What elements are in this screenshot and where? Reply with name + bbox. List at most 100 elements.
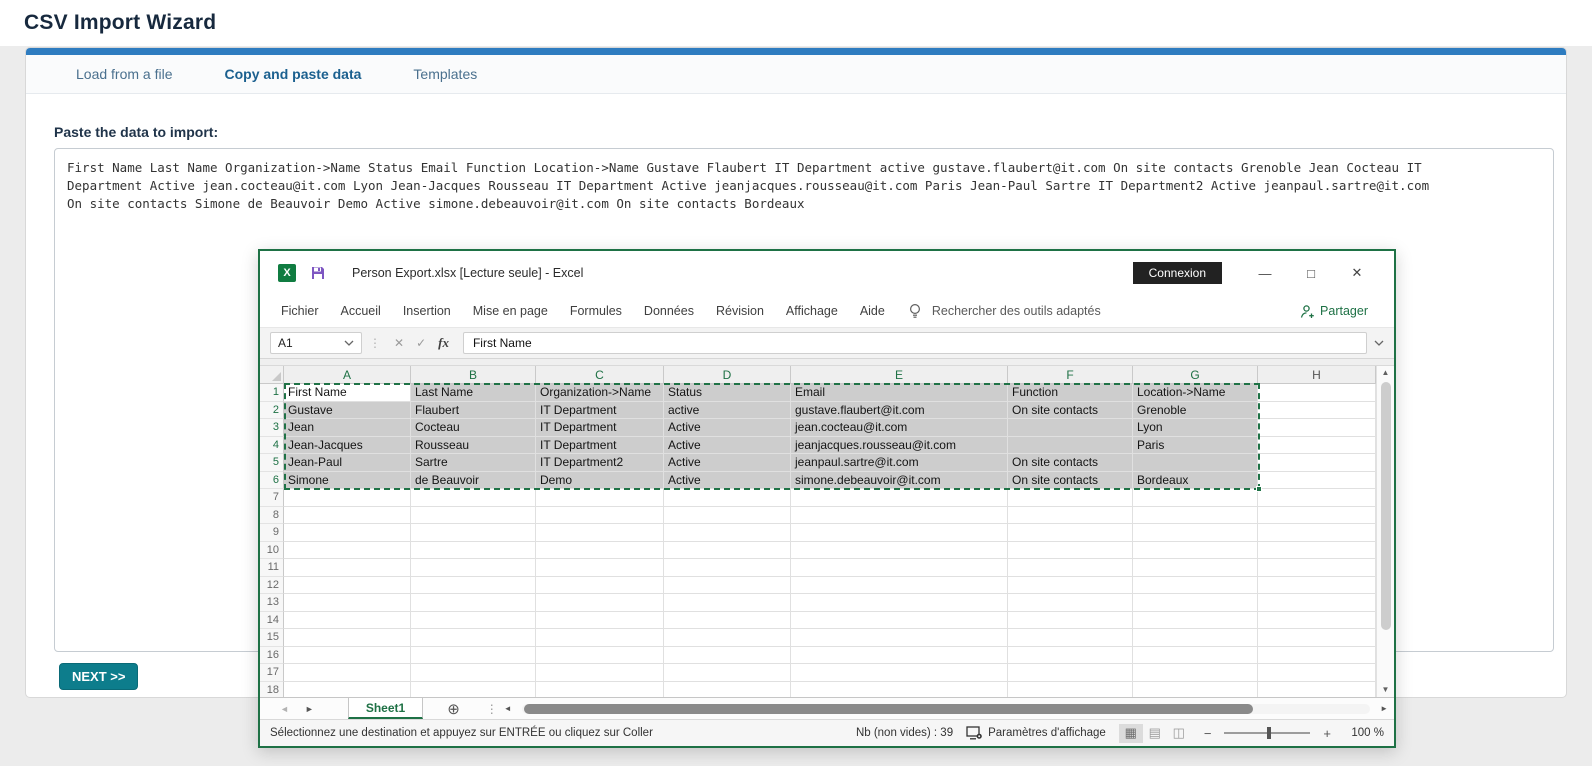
cell-B3[interactable]: Cocteau bbox=[411, 419, 536, 437]
column-header-F[interactable]: F bbox=[1008, 366, 1133, 384]
ribbon-tab-données[interactable]: Données bbox=[633, 304, 705, 318]
row-number-9[interactable]: 9 bbox=[260, 524, 284, 542]
scroll-right-icon[interactable]: ► bbox=[1374, 704, 1394, 713]
maximize-icon[interactable]: □ bbox=[1288, 266, 1334, 281]
cell-A7[interactable] bbox=[284, 489, 411, 507]
cell-F12[interactable] bbox=[1008, 577, 1133, 595]
cell-E14[interactable] bbox=[791, 612, 1008, 630]
cancel-icon[interactable]: ✕ bbox=[388, 336, 410, 350]
save-icon[interactable] bbox=[310, 265, 326, 281]
cell-C13[interactable] bbox=[536, 594, 664, 612]
cell-G2[interactable]: Grenoble bbox=[1133, 402, 1258, 420]
page-break-view-icon[interactable]: ◫ bbox=[1167, 724, 1191, 743]
cell-D17[interactable] bbox=[664, 664, 791, 682]
cell-H1[interactable] bbox=[1258, 384, 1376, 402]
cell-B15[interactable] bbox=[411, 629, 536, 647]
cell-H12[interactable] bbox=[1258, 577, 1376, 595]
cell-F9[interactable] bbox=[1008, 524, 1133, 542]
cell-F4[interactable] bbox=[1008, 437, 1133, 455]
prev-sheet-icon[interactable]: ◄ bbox=[272, 704, 297, 714]
cell-B13[interactable] bbox=[411, 594, 536, 612]
cell-H8[interactable] bbox=[1258, 507, 1376, 525]
cell-C10[interactable] bbox=[536, 542, 664, 560]
cell-D16[interactable] bbox=[664, 647, 791, 665]
cell-H5[interactable] bbox=[1258, 454, 1376, 472]
insert-function-icon[interactable]: fx bbox=[432, 335, 455, 351]
cell-C18[interactable] bbox=[536, 682, 664, 698]
cell-H14[interactable] bbox=[1258, 612, 1376, 630]
cell-A14[interactable] bbox=[284, 612, 411, 630]
ribbon-tab-mise-en-page[interactable]: Mise en page bbox=[462, 304, 559, 318]
row-number-14[interactable]: 14 bbox=[260, 612, 284, 630]
row-number-4[interactable]: 4 bbox=[260, 437, 284, 455]
cell-D7[interactable] bbox=[664, 489, 791, 507]
cell-H18[interactable] bbox=[1258, 682, 1376, 698]
fill-handle[interactable] bbox=[1256, 486, 1262, 492]
display-settings-button[interactable]: Paramètres d'affichage bbox=[966, 726, 1106, 740]
cell-E16[interactable] bbox=[791, 647, 1008, 665]
cell-G10[interactable] bbox=[1133, 542, 1258, 560]
zoom-in-icon[interactable]: + bbox=[1323, 726, 1331, 741]
cell-E7[interactable] bbox=[791, 489, 1008, 507]
next-button[interactable]: NEXT >> bbox=[59, 663, 138, 690]
cell-H2[interactable] bbox=[1258, 402, 1376, 420]
cell-A9[interactable] bbox=[284, 524, 411, 542]
enter-icon[interactable]: ✓ bbox=[410, 336, 432, 350]
column-header-C[interactable]: C bbox=[536, 366, 664, 384]
ribbon-tab-révision[interactable]: Révision bbox=[705, 304, 775, 318]
cell-G11[interactable] bbox=[1133, 559, 1258, 577]
cell-E2[interactable]: gustave.flaubert@it.com bbox=[791, 402, 1008, 420]
row-number-6[interactable]: 6 bbox=[260, 472, 284, 490]
row-number-3[interactable]: 3 bbox=[260, 419, 284, 437]
select-all-corner[interactable] bbox=[260, 366, 284, 384]
cell-A3[interactable]: Jean bbox=[284, 419, 411, 437]
cell-D12[interactable] bbox=[664, 577, 791, 595]
cell-G8[interactable] bbox=[1133, 507, 1258, 525]
cell-E3[interactable]: jean.cocteau@it.com bbox=[791, 419, 1008, 437]
cell-G3[interactable]: Lyon bbox=[1133, 419, 1258, 437]
cell-H7[interactable] bbox=[1258, 489, 1376, 507]
row-number-7[interactable]: 7 bbox=[260, 489, 284, 507]
cell-B7[interactable] bbox=[411, 489, 536, 507]
cell-C5[interactable]: IT Department2 bbox=[536, 454, 664, 472]
cell-H17[interactable] bbox=[1258, 664, 1376, 682]
cell-G18[interactable] bbox=[1133, 682, 1258, 698]
cell-D5[interactable]: Active bbox=[664, 454, 791, 472]
formula-bar-input[interactable]: First Name bbox=[463, 332, 1367, 354]
ribbon-tab-accueil[interactable]: Accueil bbox=[330, 304, 392, 318]
cell-E18[interactable] bbox=[791, 682, 1008, 698]
cell-F17[interactable] bbox=[1008, 664, 1133, 682]
tab-copy-and-paste-data[interactable]: Copy and paste data bbox=[199, 66, 388, 82]
row-number-16[interactable]: 16 bbox=[260, 647, 284, 665]
cell-C9[interactable] bbox=[536, 524, 664, 542]
cell-D1[interactable]: Status bbox=[664, 384, 791, 402]
cell-F5[interactable]: On site contacts bbox=[1008, 454, 1133, 472]
cell-F1[interactable]: Function bbox=[1008, 384, 1133, 402]
ribbon-tab-aide[interactable]: Aide bbox=[849, 304, 896, 318]
cell-A1[interactable]: First Name bbox=[284, 384, 411, 402]
ribbon-tab-formules[interactable]: Formules bbox=[559, 304, 633, 318]
column-header-G[interactable]: G bbox=[1133, 366, 1258, 384]
column-header-E[interactable]: E bbox=[791, 366, 1008, 384]
cell-G13[interactable] bbox=[1133, 594, 1258, 612]
sheet-tab-sheet1[interactable]: Sheet1 bbox=[348, 698, 423, 719]
scroll-down-icon[interactable]: ▼ bbox=[1382, 683, 1390, 697]
cell-D9[interactable] bbox=[664, 524, 791, 542]
horizontal-scroll-thumb[interactable] bbox=[524, 704, 1254, 714]
cell-E13[interactable] bbox=[791, 594, 1008, 612]
cell-B4[interactable]: Rousseau bbox=[411, 437, 536, 455]
ribbon-tab-fichier[interactable]: Fichier bbox=[270, 304, 330, 318]
sheet-options-dots-icon[interactable]: ⋮ bbox=[486, 702, 498, 716]
page-layout-view-icon[interactable]: ▤ bbox=[1143, 724, 1167, 743]
row-number-8[interactable]: 8 bbox=[260, 507, 284, 525]
row-number-10[interactable]: 10 bbox=[260, 542, 284, 560]
cell-G4[interactable]: Paris bbox=[1133, 437, 1258, 455]
cell-E11[interactable] bbox=[791, 559, 1008, 577]
cell-F2[interactable]: On site contacts bbox=[1008, 402, 1133, 420]
row-number-11[interactable]: 11 bbox=[260, 559, 284, 577]
cell-G7[interactable] bbox=[1133, 489, 1258, 507]
minimize-icon[interactable]: — bbox=[1242, 266, 1288, 281]
cell-A17[interactable] bbox=[284, 664, 411, 682]
cell-C15[interactable] bbox=[536, 629, 664, 647]
cell-D3[interactable]: Active bbox=[664, 419, 791, 437]
